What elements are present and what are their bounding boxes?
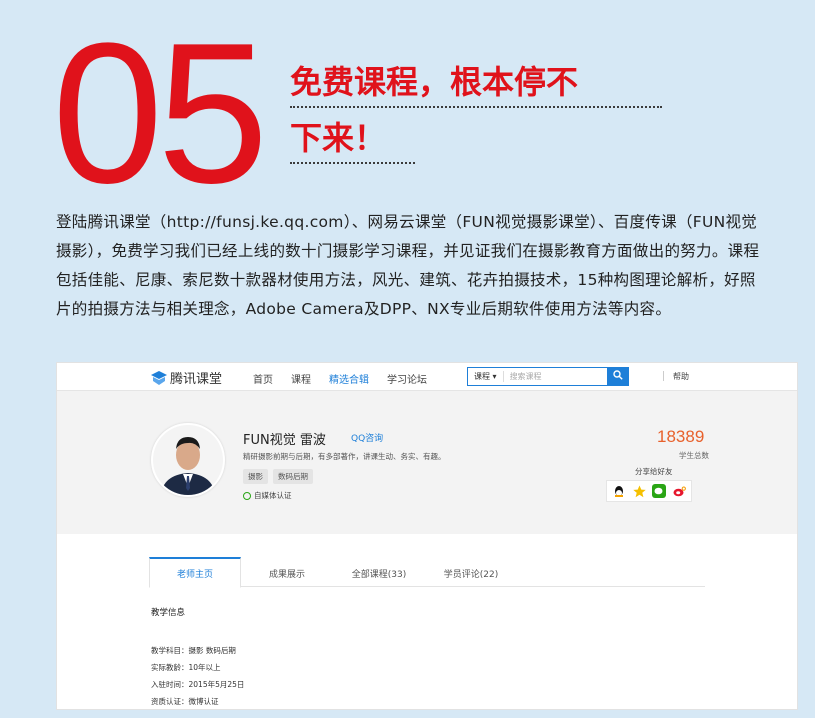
share-buttons (606, 480, 692, 502)
weibo-icon[interactable] (672, 484, 686, 498)
tab-showcase[interactable]: 成果展示 (241, 557, 333, 586)
avatar (151, 423, 225, 497)
nav-courses[interactable]: 课程 (291, 371, 311, 386)
teaching-subject: 教学科目：摄影 数码后期 (151, 646, 236, 655)
search-button[interactable] (607, 367, 629, 386)
verification-badge: 自媒体认证 (243, 490, 292, 501)
credential: 资质认证：微博认证 (151, 697, 219, 706)
tab-all-courses[interactable]: 全部课程(33) (333, 557, 425, 586)
headline: 免费课程，根本停不 下来！ (290, 52, 662, 164)
tag-post-processing[interactable]: 数码后期 (273, 469, 313, 484)
teacher-bio: 精研摄影前期与后期，有多部著作，讲课生动、务实、有趣。 (243, 452, 446, 461)
logo-text: 腾讯课堂 (170, 372, 223, 387)
verified-icon (243, 491, 251, 500)
search-box: 课程 ▾ 搜索课程 (467, 367, 608, 386)
tab-bar: 老师主页 成果展示 全部课程(33) 学员评论(22) (149, 557, 705, 588)
tab-teacher-home[interactable]: 老师主页 (149, 557, 241, 588)
qq-penguin-icon[interactable] (612, 484, 626, 498)
qzone-star-icon[interactable] (632, 484, 646, 498)
help-link[interactable]: 帮助 (663, 371, 689, 382)
intro-paragraph: 登陆腾讯课堂（http://funsj.ke.qq.com）、网易云课堂（FUN… (56, 213, 760, 318)
classroom-logo-icon (151, 370, 167, 385)
teacher-name: FUN视觉 雷波 (243, 433, 326, 448)
students-count: 18389 (657, 427, 705, 446)
share-label: 分享给好友 (635, 467, 673, 476)
teaching-info-title: 教学信息 (151, 608, 186, 618)
students-label: 学生总数 (679, 451, 709, 460)
teaching-info-list: 教学科目：摄影 数码后期 实际教龄：10年以上 入驻时间：2015年5月25日 … (151, 642, 245, 709)
nav-featured[interactable]: 精选合辑 (329, 371, 369, 386)
teaching-years: 实际教龄：10年以上 (151, 663, 221, 672)
tab-reviews[interactable]: 学员评论(22) (425, 557, 517, 586)
headline-line-2: 下来！ (290, 108, 415, 164)
tag-list: 摄影 数码后期 (243, 469, 313, 484)
search-input[interactable]: 搜索课程 (504, 371, 542, 382)
wechat-icon[interactable] (652, 484, 666, 498)
site-logo[interactable]: 腾讯课堂 (151, 368, 222, 387)
search-icon (613, 370, 623, 383)
verification-label: 自媒体认证 (254, 491, 292, 500)
teacher-content: 老师主页 成果展示 全部课程(33) 学员评论(22) 教学信息 教学科目：摄影… (57, 534, 797, 709)
teacher-profile: FUN视觉 雷波 QQ咨询 精研摄影前期与后期，有多部著作，讲课生动、务实、有趣… (57, 391, 797, 533)
section-number: 05 (52, 2, 268, 225)
headline-line-1: 免费课程，根本停不 (290, 52, 662, 108)
joined-date: 入驻时间：2015年5月25日 (151, 680, 245, 689)
tag-photography[interactable]: 摄影 (243, 469, 268, 484)
qq-consult-link[interactable]: QQ咨询 (351, 431, 383, 444)
nav-home[interactable]: 首页 (253, 371, 273, 386)
main-nav: 首页 课程 精选合辑 学习论坛 (253, 371, 427, 386)
search-category-select[interactable]: 课程 ▾ (468, 371, 504, 382)
nav-forum[interactable]: 学习论坛 (387, 371, 427, 386)
site-header: 腾讯课堂 首页 课程 精选合辑 学习论坛 课程 ▾ 搜索课程 帮助 (57, 363, 797, 391)
tencent-classroom-screenshot: 腾讯课堂 首页 课程 精选合辑 学习论坛 课程 ▾ 搜索课程 帮助 FUN视觉 … (56, 362, 798, 710)
